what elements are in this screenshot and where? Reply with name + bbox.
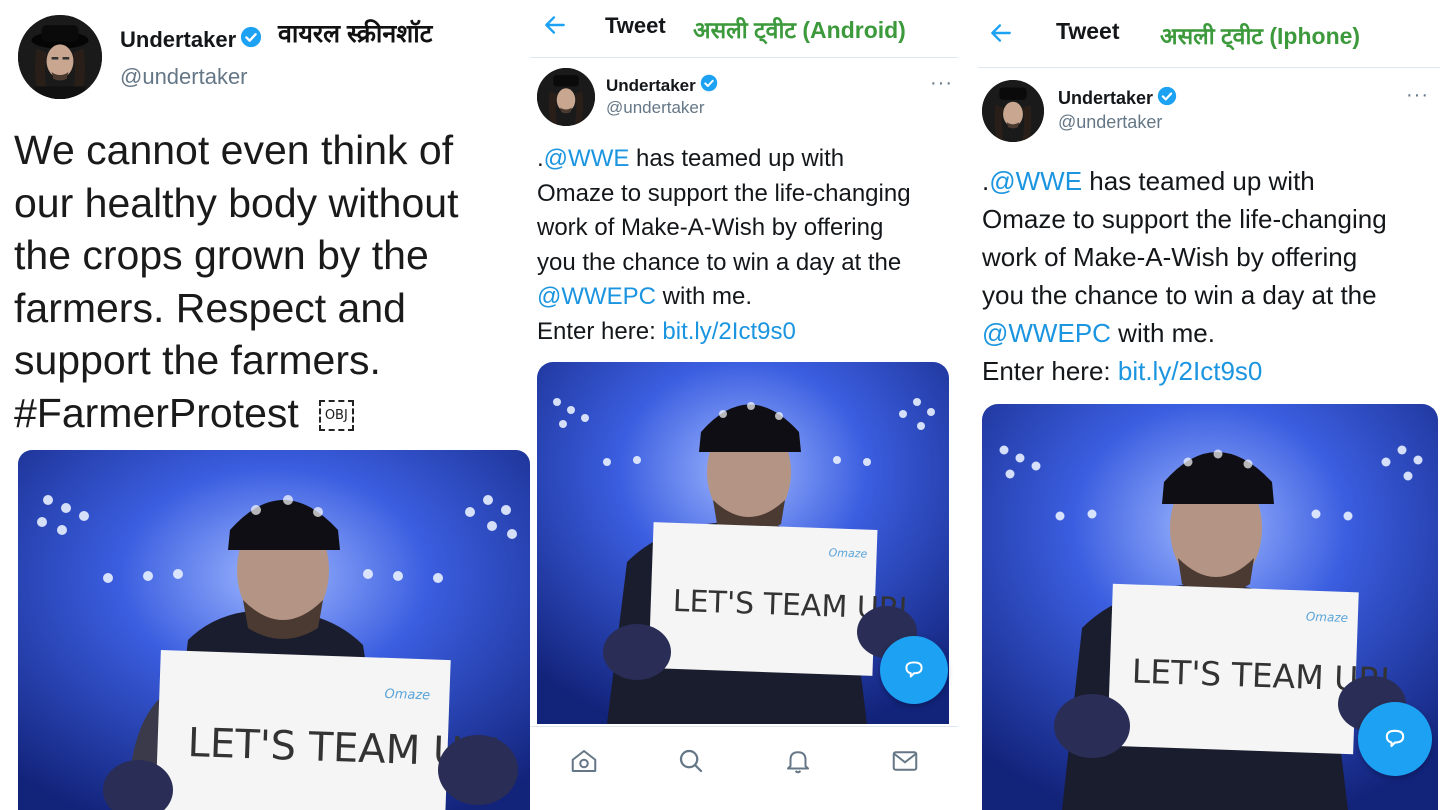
tweet-line: work of Make-A-Wish by offering <box>982 242 1358 272</box>
tweet-line: work of Make-A-Wish by offering <box>537 214 884 241</box>
author-handle[interactable]: @undertaker <box>1058 112 1162 133</box>
header-title: Tweet <box>1056 18 1120 44</box>
verified-badge-icon <box>700 74 718 97</box>
tweet-line: support the farmers. <box>14 337 381 383</box>
mention-wwe[interactable]: @WWE <box>989 166 1082 196</box>
verified-badge-icon <box>240 26 262 54</box>
hashtag-farmerprotest[interactable]: #FarmerProtest <box>14 390 299 436</box>
iphone-label: असली ट्वीट (Iphone) <box>1160 23 1361 49</box>
tweet-text: We cannot even think of our healthy body… <box>14 124 526 439</box>
tweet-image[interactable]: LET'S TEAM UP! Omaze <box>18 450 530 810</box>
omaze-logo: Omaze <box>828 546 867 560</box>
verified-badge-icon <box>1157 86 1177 111</box>
author-handle[interactable]: @undertaker <box>120 64 248 90</box>
author-handle[interactable]: @undertaker <box>606 98 705 118</box>
tweet-text-segment: with me. <box>656 283 753 310</box>
tweet-line: Omaze to support the life-changing <box>982 204 1387 234</box>
author-name[interactable]: Undertaker <box>120 27 236 53</box>
iphone-tweet-panel: Tweet असली ट्वीट (Iphone) Undertaker @un… <box>978 0 1440 810</box>
home-icon[interactable] <box>569 746 599 776</box>
tweet-line: the crops grown by the <box>14 232 429 278</box>
tweet-header: Tweet असली ट्वीट (Android) <box>530 0 958 58</box>
search-icon[interactable] <box>676 746 706 776</box>
compose-fab[interactable] <box>1358 702 1432 776</box>
viral-screenshot-label: वायरल स्क्रीनशॉट <box>278 20 433 48</box>
omaze-logo: Omaze <box>1306 610 1349 625</box>
more-options-icon[interactable]: ··· <box>1406 84 1429 107</box>
tweet-line: Omaze to support the life-changing <box>537 179 911 207</box>
mention-wwepc[interactable]: @WWEPC <box>982 318 1111 348</box>
compose-fab[interactable] <box>880 636 948 704</box>
tweet-line: We cannot even think of <box>14 127 454 173</box>
tweet-line: you the chance to win a day at the <box>982 280 1377 310</box>
author-name[interactable]: Undertaker <box>1058 88 1153 109</box>
header-title: Tweet <box>605 13 666 38</box>
tweet-line: our healthy body without <box>14 179 459 226</box>
tweet-text-segment: with me. <box>1110 318 1215 348</box>
undertaker-portrait <box>18 15 102 99</box>
reply-bubble-icon <box>1385 729 1405 748</box>
tweet-link[interactable]: bit.ly/2Ict9s0 <box>1118 356 1263 386</box>
avatar[interactable] <box>982 80 1044 142</box>
tweet-text-segment: Enter here: <box>537 317 663 345</box>
tweet-text: .@WWE has teamed up with Omaze to suppor… <box>982 162 1387 390</box>
tweet-line: farmers. Respect and <box>14 284 406 331</box>
reply-bubble-icon <box>905 661 923 678</box>
avatar[interactable] <box>18 15 102 99</box>
tweet-text-segment: Enter here: <box>982 356 1118 386</box>
tweet-text: .@WWE has teamed up with Omaze to suppor… <box>537 142 911 349</box>
viral-screenshot-panel: Undertaker @undertaker वायरल स्क्रीनशॉट … <box>0 0 530 810</box>
android-label: असली ट्वीट (Android) <box>693 17 906 43</box>
author-name[interactable]: Undertaker <box>606 76 696 96</box>
back-arrow-icon[interactable] <box>542 12 568 43</box>
bottom-nav <box>530 726 958 810</box>
avatar[interactable] <box>537 68 595 126</box>
tweet-text-segment: has teamed up with <box>629 145 845 172</box>
obj-placeholder-box: OBJ <box>318 400 354 432</box>
tweet-text-segment: has teamed up with <box>1082 166 1315 196</box>
tweet-link[interactable]: bit.ly/2Ict9s0 <box>662 318 795 345</box>
notifications-icon[interactable] <box>783 746 813 776</box>
mention-wwepc[interactable]: @WWEPC <box>537 283 656 310</box>
more-options-icon[interactable]: ··· <box>930 72 953 95</box>
mention-wwe[interactable]: @WWE <box>544 145 630 172</box>
android-tweet-panel: Tweet असली ट्वीट (Android) Undertaker @u… <box>530 0 958 810</box>
tweet-text-segment: . <box>537 145 544 172</box>
back-arrow-icon[interactable] <box>988 20 1014 51</box>
omaze-logo: Omaze <box>384 687 430 704</box>
tweet-line: you the chance to win a day at the <box>537 248 902 276</box>
tweet-header: Tweet असली ट्वीट (Iphone) <box>978 0 1440 68</box>
messages-icon[interactable] <box>890 746 920 776</box>
